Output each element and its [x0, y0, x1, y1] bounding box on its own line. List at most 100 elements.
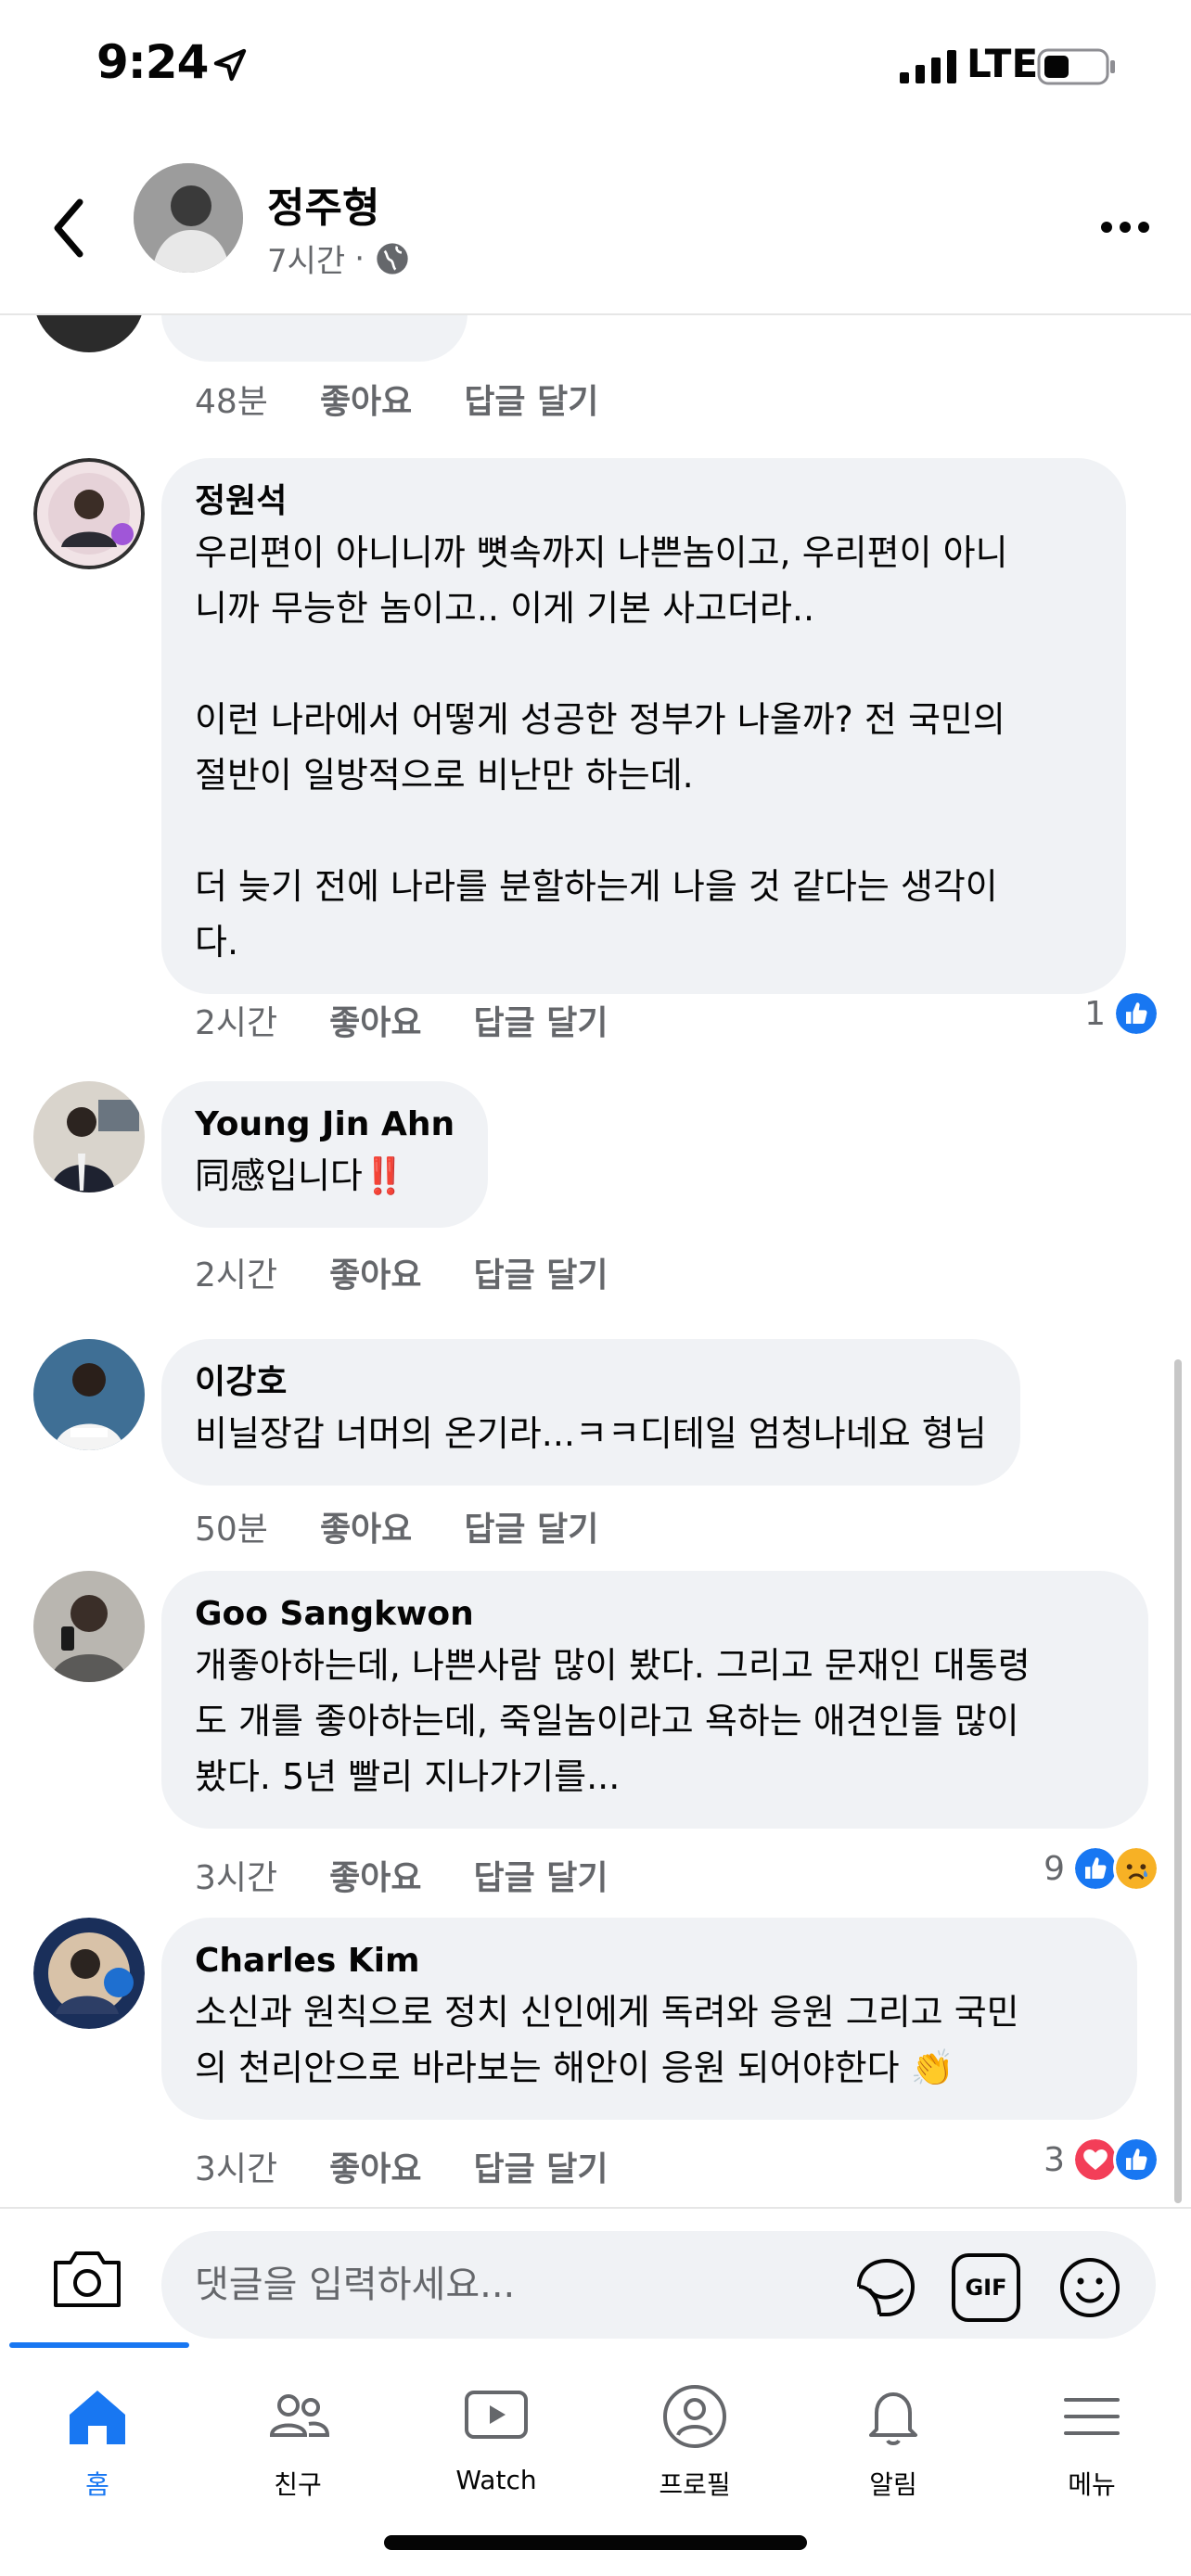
- like-button[interactable]: 좋아요: [329, 996, 421, 1044]
- commenter-avatar[interactable]: [33, 315, 145, 352]
- comment-list[interactable]: 을 같은 것 ㅡ.ㅡ 48분 좋아요 답글 달기 정원석 우리편이 아니니까 뼛…: [0, 315, 1191, 2207]
- reply-button[interactable]: 답글 달기: [474, 996, 608, 1044]
- reply-button[interactable]: 답글 달기: [474, 1248, 608, 1296]
- post-meta: 7시간 ·: [267, 236, 411, 281]
- commenter-name[interactable]: Young Jin Ahn: [195, 1102, 455, 1148]
- tab-label: 친구: [274, 2469, 322, 2500]
- comment-actions: 50분 좋아요 답글 달기: [195, 1502, 598, 1550]
- back-button[interactable]: [41, 191, 96, 265]
- love-reaction-icon: [1072, 2136, 1119, 2183]
- location-arrow-icon: [213, 48, 247, 82]
- status-bar: 9:24 LTE: [0, 0, 1191, 139]
- author-avatar[interactable]: [134, 163, 243, 273]
- commenter-name[interactable]: Goo Sangkwon: [195, 1591, 1115, 1638]
- comment-text: 을 같은 것 ㅡ.ㅡ: [195, 315, 434, 328]
- like-reaction-icon: [1113, 2136, 1159, 2183]
- globe-icon: [377, 242, 408, 274]
- meta-separator: ·: [354, 239, 365, 277]
- reaction-count: 3: [1044, 2140, 1065, 2179]
- comment-bubble: Charles Kim 소신과 원칙으로 정치 신인에게 독려와 응원 그리고 …: [161, 1918, 1137, 2120]
- comment-time: 3시간: [195, 1859, 278, 1897]
- comment-actions: 2시간 좋아요 답글 달기: [195, 996, 608, 1044]
- emoji-icon[interactable]: [1056, 2253, 1124, 2322]
- comment-bubble: 을 같은 것 ㅡ.ㅡ: [161, 315, 468, 362]
- tab-notifications[interactable]: 알림: [814, 2379, 972, 2519]
- like-reaction-icon: [1072, 1845, 1119, 1892]
- commenter-name[interactable]: 이강호: [195, 1359, 987, 1406]
- tab-friends[interactable]: 친구: [219, 2379, 377, 2519]
- commenter-avatar[interactable]: [33, 1339, 145, 1450]
- reply-button[interactable]: 답글 달기: [474, 1851, 608, 1899]
- battery-icon: [1037, 48, 1115, 85]
- commenter-avatar[interactable]: [33, 1918, 145, 2029]
- author-name[interactable]: 정주형: [267, 174, 379, 234]
- comment-bubble: 이강호 비닐장갑 너머의 온기라...ㅋㅋ디테일 엄청나네요 형님: [161, 1339, 1020, 1486]
- tab-menu[interactable]: 메뉴: [1013, 2379, 1171, 2519]
- comment-bubble: Goo Sangkwon 개좋아하는데, 나쁜사람 많이 봤다. 그리고 문재인…: [161, 1571, 1148, 1829]
- friends-icon: [269, 2394, 330, 2437]
- sad-reaction-icon: [1113, 1845, 1159, 1892]
- signal-icon: [900, 50, 956, 83]
- bell-icon: [869, 2392, 917, 2445]
- comment-actions: 2시간 좋아요 답글 달기: [195, 1248, 608, 1296]
- like-button[interactable]: 좋아요: [329, 1248, 421, 1296]
- tab-label: 홈: [85, 2469, 109, 2500]
- reaction-summary[interactable]: 9: [1044, 1845, 1159, 1892]
- comment-bubble: 정원석 우리편이 아니니까 뼛속까지 나쁜놈이고, 우리편이 아니 니까 무능한…: [161, 458, 1126, 994]
- tab-label: 알림: [869, 2469, 917, 2500]
- reply-button[interactable]: 답글 달기: [464, 375, 598, 423]
- tab-watch[interactable]: Watch: [417, 2379, 575, 2519]
- commenter-avatar[interactable]: [33, 1081, 145, 1192]
- tab-home[interactable]: 홈: [19, 2379, 176, 2519]
- scrollbar[interactable]: [1174, 1359, 1182, 2203]
- watch-icon: [465, 2391, 528, 2439]
- camera-icon[interactable]: [50, 2246, 124, 2311]
- comment-time: 2시간: [195, 1004, 278, 1042]
- reaction-count: 9: [1044, 1849, 1065, 1888]
- gif-button[interactable]: GIF: [952, 2253, 1020, 2322]
- reaction-count: 1: [1084, 994, 1106, 1033]
- comment-text: 소신과 원칙으로 정치 신인에게 독려와 응원 그리고 국민 의 천리안으로 바…: [195, 1992, 1019, 2088]
- like-button[interactable]: 좋아요: [329, 1851, 421, 1899]
- active-tab-indicator: [9, 2342, 189, 2348]
- like-button[interactable]: 좋아요: [329, 2142, 421, 2190]
- more-options-button[interactable]: [1095, 204, 1156, 250]
- comment-time: 48분: [195, 383, 268, 421]
- commenter-avatar[interactable]: [33, 458, 145, 569]
- reaction-summary[interactable]: 3: [1044, 2136, 1159, 2183]
- comment-text: 우리편이 아니니까 뼛속까지 나쁜놈이고, 우리편이 아니 니까 무능한 놈이고…: [195, 532, 1008, 963]
- reply-button[interactable]: 답글 달기: [464, 1502, 598, 1550]
- comment-time: 2시간: [195, 1256, 278, 1294]
- gif-label: GIF: [965, 2275, 1007, 2301]
- like-button[interactable]: 좋아요: [320, 1502, 412, 1550]
- like-reaction-icon: [1113, 990, 1159, 1037]
- commenter-avatar[interactable]: [33, 1571, 145, 1682]
- home-icon: [70, 2391, 125, 2444]
- menu-icon: [1064, 2398, 1120, 2435]
- comment-bubble: Young Jin Ahn 同感입니다‼️: [161, 1081, 489, 1228]
- network-type: LTE: [967, 41, 1039, 86]
- status-time: 9:24: [96, 35, 209, 89]
- tab-label: 메뉴: [1068, 2469, 1116, 2500]
- tab-label: 프로필: [659, 2469, 731, 2500]
- sticker-icon[interactable]: [852, 2253, 920, 2322]
- comment-text: 비닐장갑 너머의 온기라...ㅋㅋ디테일 엄청나네요 형님: [195, 1413, 987, 1454]
- commenter-name[interactable]: Charles Kim: [195, 1938, 1104, 1984]
- commenter-name[interactable]: 정원석: [195, 478, 1093, 525]
- comment-actions: 3시간 좋아요 답글 달기: [195, 1851, 608, 1899]
- comment-time: 50분: [195, 1511, 268, 1549]
- reply-button[interactable]: 답글 달기: [474, 2142, 608, 2190]
- home-indicator[interactable]: [384, 2535, 807, 2550]
- tab-label: Watch: [455, 2465, 537, 2495]
- comment-actions: 48분 좋아요 답글 달기: [195, 375, 598, 423]
- comment-text: 개좋아하는데, 나쁜사람 많이 봤다. 그리고 문재인 대통령 도 개를 좋아하…: [195, 1645, 1031, 1797]
- tab-profile[interactable]: 프로필: [616, 2379, 774, 2519]
- comment-actions: 3시간 좋아요 답글 달기: [195, 2142, 608, 2190]
- like-button[interactable]: 좋아요: [320, 375, 412, 423]
- comment-time: 3시간: [195, 2150, 278, 2188]
- comment-text: 同感입니다‼️: [195, 1155, 407, 1196]
- post-time: 7시간: [267, 243, 346, 280]
- reaction-summary[interactable]: 1: [1084, 990, 1159, 1037]
- profile-icon: [663, 2385, 726, 2448]
- post-header: 정주형 7시간 ·: [0, 139, 1191, 315]
